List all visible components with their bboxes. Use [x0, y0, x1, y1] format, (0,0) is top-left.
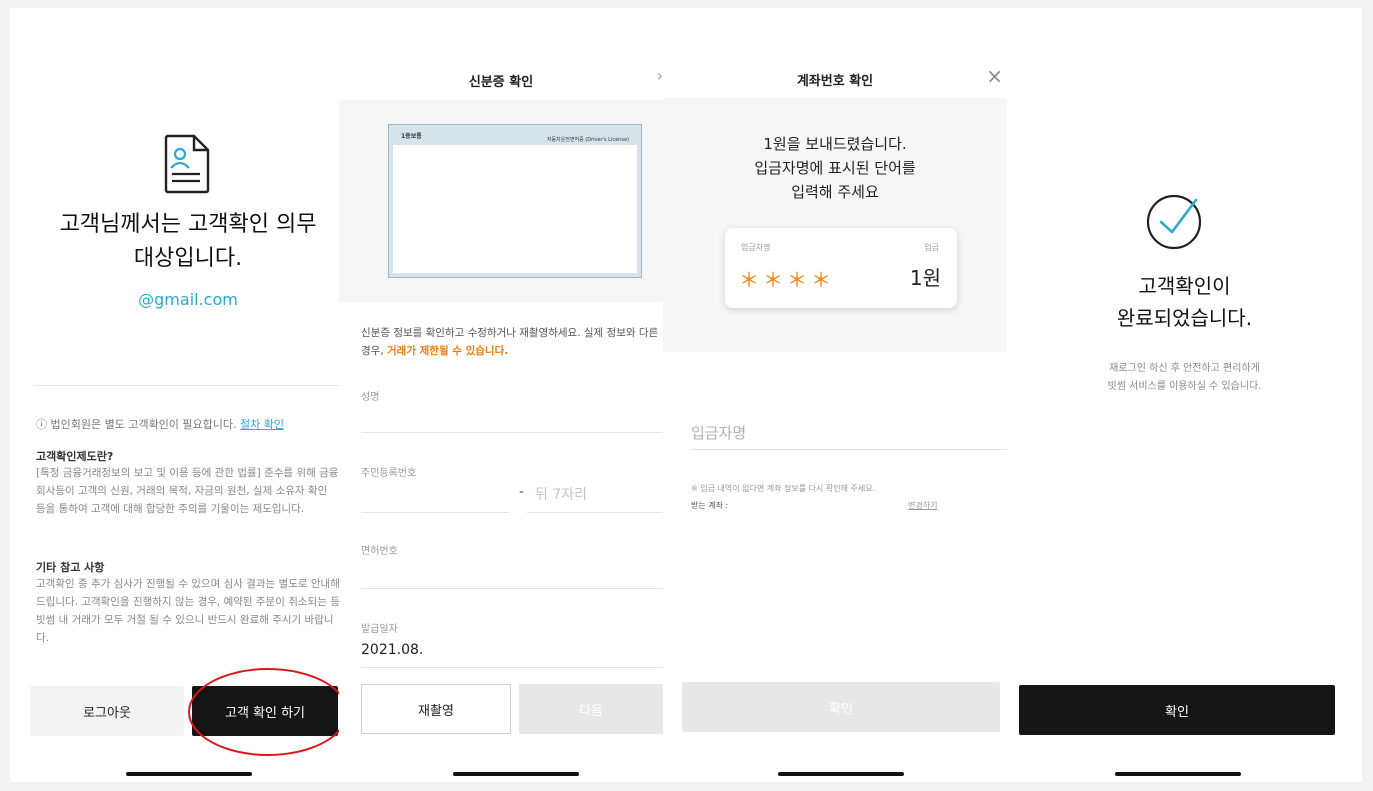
- corporate-notice: ⓘ 법인회원은 별도 고객확인이 필요합니다. 절차 확인: [36, 416, 284, 432]
- home-indicator: [126, 772, 252, 776]
- depositor-underline: [691, 449, 1007, 450]
- home-indicator: [778, 772, 904, 776]
- notice-text: ⓘ 법인회원은 별도 고객확인이 필요합니다.: [36, 418, 237, 431]
- section-title-what-is: 고객확인제도란?: [36, 450, 114, 463]
- issue-date-input[interactable]: 2021.08.: [361, 642, 423, 658]
- page-title: 고객님께서는 고객확인 의무 대상입니다.: [30, 208, 346, 276]
- close-icon[interactable]: ×: [986, 64, 1003, 88]
- section-body-other-notes: 고객확인 중 추가 심사가 진행될 수 있으며 심사 결과는 별도로 안내해 드…: [36, 578, 340, 644]
- license-class: 1종보통: [401, 133, 422, 140]
- completion-title: 고객확인이 완료되었습니다.: [1007, 270, 1362, 334]
- desc-line-2: 빗썸 서비스를 이용하실 수 있습니다.: [1107, 381, 1262, 392]
- depositor-name-input[interactable]: 입금자명: [691, 422, 746, 443]
- license-card-body: [393, 145, 637, 273]
- verify-customer-button[interactable]: 고객 확인 하기: [192, 686, 338, 736]
- home-indicator: [453, 772, 579, 776]
- title-line-2: 대상입니다.: [133, 246, 243, 271]
- id-photo-area: 1종보통 자동차운전면허증 (Driver's License): [339, 100, 663, 302]
- deposit-info-area: 1원을 보내드렸습니다. 입금자명에 표시된 단어를 입력해 주세요 입금자명 …: [663, 98, 1007, 352]
- message-line-2: 입금자명에 표시된 단어를: [754, 159, 916, 177]
- title-line-1: 고객님께서는 고객확인 의무: [59, 212, 317, 237]
- deposit-amount: 1원: [909, 266, 941, 290]
- change-account-link[interactable]: 변경하기: [908, 500, 937, 511]
- deposit-message: 1원을 보내드렸습니다. 입금자명에 표시된 단어를 입력해 주세요: [663, 132, 1007, 204]
- receiving-account: 받는 계좌 :: [691, 501, 729, 510]
- depositor-label: 입금자명: [741, 243, 771, 252]
- message-line-3: 입력해 주세요: [791, 183, 879, 201]
- home-indicator: [1115, 772, 1241, 776]
- name-field[interactable]: [361, 432, 663, 433]
- rrn-front-field[interactable]: [361, 512, 509, 513]
- id-info-text: 신분증 정보를 확인하고 수정하거나 재촬영하세요. 실제 정보와 다른 경우,…: [361, 324, 663, 360]
- rrn-dash: -: [519, 484, 525, 500]
- masked-depositor-name: ＊＊＊＊: [739, 268, 835, 292]
- section-title-other-notes: 기타 참고 사항: [36, 561, 105, 574]
- retake-button[interactable]: 재촬영: [361, 684, 511, 734]
- panel-id-check: 신분증 확인 › 1종보통 자동차운전면허증 (Driver's License…: [339, 8, 663, 782]
- info-warning: 거래가 제한될 수 있습니다.: [387, 345, 509, 357]
- rrn-label: 주민등록번호: [361, 468, 417, 479]
- desc-line-1: 재로그인 하신 후 안전하고 편리하게: [1109, 363, 1260, 374]
- message-line-1: 1원을 보내드렸습니다.: [763, 135, 907, 153]
- panel-completed: 고객확인이 완료되었습니다. 재로그인 하신 후 안전하고 편리하게 빗썸 서비…: [1007, 8, 1362, 782]
- confirm-button[interactable]: 확인: [1019, 685, 1335, 735]
- rrn-back-underline: [527, 512, 663, 513]
- panel-verification-required: 고객님께서는 고객확인 의무 대상입니다. @gmail.com ⓘ 법인회원은…: [30, 8, 346, 782]
- next-button[interactable]: 다음: [519, 684, 663, 734]
- screen-canvas: 고객님께서는 고객확인 의무 대상입니다. @gmail.com ⓘ 법인회원은…: [10, 8, 1362, 782]
- divider: [34, 385, 342, 386]
- header-title: 계좌번호 확인: [796, 74, 874, 89]
- rrn-back-input[interactable]: 뒤 7자리: [535, 484, 587, 504]
- check-circle-icon: [1146, 194, 1202, 250]
- completion-description: 재로그인 하신 후 안전하고 편리하게 빗썸 서비스를 이용하실 수 있습니다.: [1007, 360, 1362, 396]
- procedure-link[interactable]: 절차 확인: [240, 418, 284, 431]
- id-document-icon: [164, 134, 210, 194]
- user-email: @gmail.com: [138, 290, 238, 309]
- issue-date-underline: [361, 667, 663, 668]
- name-label: 성명: [361, 392, 380, 403]
- logout-button[interactable]: 로그아웃: [30, 686, 184, 736]
- section-body-what-is: [특정 금융거래정보의 보고 및 이용 등에 관한 법률] 준수를 위해 금융회…: [36, 467, 339, 515]
- panel-account-check: 계좌번호 확인 × 1원을 보내드렸습니다. 입금자명에 표시된 단어를 입력해…: [663, 8, 1007, 782]
- header-title: 신분증 확인: [468, 75, 534, 90]
- deposit-label: 입금: [924, 243, 939, 252]
- deposit-note: ※ 입금 내역이 없다면 계좌 정보를 다시 확인해 주세요.: [691, 484, 876, 493]
- title-line-2: 완료되었습니다.: [1116, 306, 1253, 330]
- confirm-button[interactable]: 확인: [682, 682, 1000, 732]
- title-line-1: 고객확인이: [1138, 274, 1231, 298]
- license-number-field[interactable]: [361, 588, 663, 589]
- license-number-label: 면허번호: [361, 546, 398, 557]
- license-type: 자동차운전면허증 (Driver's License): [546, 137, 629, 143]
- issue-date-label: 발급일자: [361, 624, 398, 635]
- license-card-image: 1종보통 자동차운전면허증 (Driver's License): [388, 124, 642, 278]
- deposit-card: 입금자명 입금 ＊＊＊＊ 1원: [725, 228, 957, 308]
